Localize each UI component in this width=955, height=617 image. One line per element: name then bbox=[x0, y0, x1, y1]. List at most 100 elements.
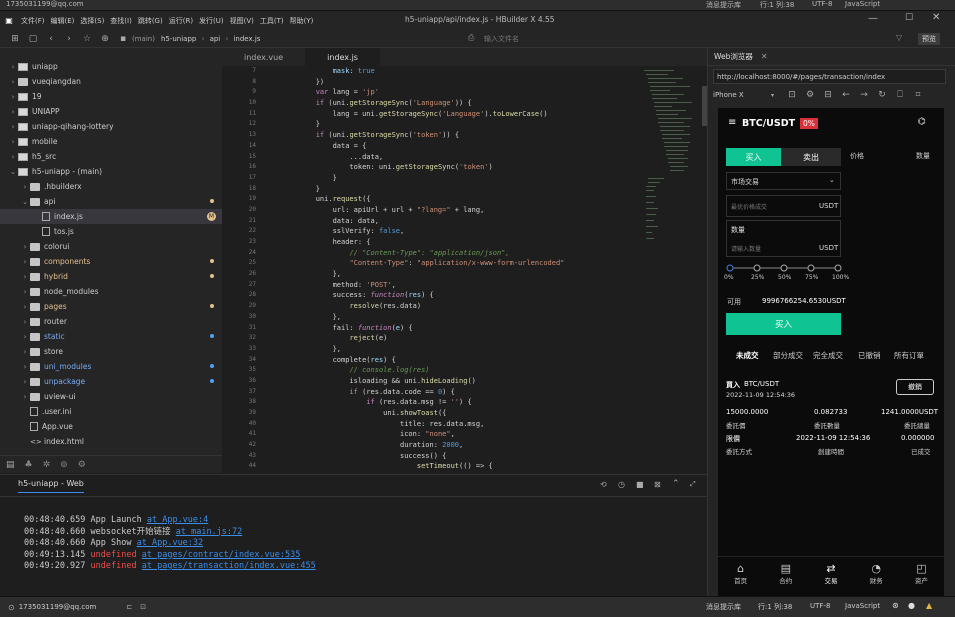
chevron-right-icon[interactable]: › bbox=[20, 258, 30, 266]
chevron-down-icon[interactable]: ⌄ bbox=[8, 168, 18, 176]
screenshot-icon[interactable]: ⊡ bbox=[783, 90, 801, 100]
code-lines[interactable]: mask: true }) var lang = 'jp' if (uni.ge… bbox=[282, 66, 642, 472]
tree-folder[interactable]: › node_modules bbox=[0, 284, 222, 299]
menu-icon[interactable]: ≡ bbox=[728, 117, 736, 128]
nav-assets[interactable]: ◰ 资产 bbox=[899, 557, 944, 596]
chevron-right-icon[interactable]: › bbox=[20, 363, 30, 371]
nav-trade[interactable]: ⇄ 交易 bbox=[808, 557, 853, 596]
status-language[interactable]: JavaScript bbox=[845, 602, 880, 610]
chevron-right-icon[interactable]: › bbox=[8, 63, 18, 71]
code-line[interactable]: }, bbox=[282, 269, 642, 280]
chevron-right-icon[interactable]: › bbox=[20, 243, 30, 251]
stop-icon[interactable]: ■ bbox=[636, 480, 644, 489]
chevron-right-icon[interactable]: › bbox=[20, 183, 30, 191]
tree-folder[interactable]: › 19 bbox=[0, 89, 222, 104]
tree-folder[interactable]: › colorui bbox=[0, 239, 222, 254]
menu-item[interactable]: 帮助(Y) bbox=[287, 16, 317, 26]
submit-buy-button[interactable]: 买入 bbox=[726, 313, 841, 335]
code-line[interactable]: data: data, bbox=[282, 216, 642, 227]
tree-folder[interactable]: › vueqiangdan bbox=[0, 74, 222, 89]
tree-file[interactable]: .user.ini bbox=[0, 404, 222, 419]
menu-item[interactable]: 工具(T) bbox=[257, 16, 287, 26]
percent-label[interactable]: 75% bbox=[805, 274, 818, 281]
percent-label[interactable]: 50% bbox=[778, 274, 791, 281]
menu-item[interactable]: 查找(I) bbox=[107, 16, 135, 26]
chevron-right-icon[interactable]: › bbox=[20, 348, 30, 356]
tab-index-vue[interactable]: index.vue bbox=[222, 48, 305, 66]
nav-home[interactable]: ⌂ 首页 bbox=[718, 557, 763, 596]
settings-icon[interactable]: ⚙ bbox=[801, 90, 819, 100]
maximize-icon[interactable]: ☐ bbox=[905, 13, 913, 23]
clear-icon[interactable]: ⊠ bbox=[654, 480, 661, 489]
nav-finance[interactable]: ◔ 财务 bbox=[854, 557, 899, 596]
code-line[interactable]: header: { bbox=[282, 237, 642, 248]
code-line[interactable]: // "Content-Type": "application/json", bbox=[282, 248, 642, 259]
minimize-icon[interactable]: — bbox=[868, 13, 878, 24]
code-line[interactable]: } bbox=[282, 184, 642, 195]
tree-folder[interactable]: › components bbox=[0, 254, 222, 269]
tree-folder[interactable]: › hybrid bbox=[0, 269, 222, 284]
tree-folder[interactable]: › .hbuilderx bbox=[0, 179, 222, 194]
minimap[interactable] bbox=[642, 66, 707, 474]
tree-folder[interactable]: › router bbox=[0, 314, 222, 329]
code-line[interactable]: if (uni.getStorageSync('Language')) { bbox=[282, 98, 642, 109]
browser-back-icon[interactable]: ← bbox=[837, 90, 855, 100]
breadcrumb-project[interactable]: h5-uniapp bbox=[161, 35, 196, 43]
code-line[interactable]: fail: function(e) { bbox=[282, 323, 642, 334]
browser-tab[interactable]: Web浏览器 bbox=[714, 51, 753, 62]
status-account[interactable]: 1735031199@qq.com bbox=[19, 603, 97, 611]
tree-file[interactable]: tos.js bbox=[0, 224, 222, 239]
notification-icon[interactable]: ▲ bbox=[926, 601, 932, 610]
status-hint[interactable]: 消息提示库 bbox=[706, 602, 741, 612]
code-line[interactable]: sslVerify: false, bbox=[282, 226, 642, 237]
code-line[interactable]: success: function(res) { bbox=[282, 290, 642, 301]
price-field[interactable]: 最优价格成交 USDT bbox=[726, 195, 841, 217]
tree-folder[interactable]: › uniapp-qihang-lottery bbox=[0, 119, 222, 134]
close-icon[interactable]: ✕ bbox=[932, 12, 940, 23]
log-source-link[interactable]: at pages/transaction/index.vue:455 bbox=[142, 561, 316, 571]
source-control-icon[interactable]: ⊚ bbox=[60, 460, 68, 470]
tree-folder[interactable]: › uniapp bbox=[0, 59, 222, 74]
code-line[interactable]: } bbox=[282, 173, 642, 184]
pair-title[interactable]: BTC/USDT bbox=[742, 118, 795, 129]
chevron-right-icon[interactable]: › bbox=[20, 288, 30, 296]
collapse-icon[interactable]: ⌃ bbox=[672, 479, 680, 489]
chevron-right-icon[interactable]: › bbox=[20, 378, 30, 386]
order-type-select[interactable]: 市场交易 ⌄ bbox=[726, 172, 841, 190]
chevron-right-icon[interactable]: › bbox=[8, 108, 18, 116]
code-line[interactable]: success() { bbox=[282, 451, 642, 462]
chevron-right-icon[interactable]: › bbox=[20, 393, 30, 401]
tree-folder[interactable]: › store bbox=[0, 344, 222, 359]
code-line[interactable]: } bbox=[282, 119, 642, 130]
sidebar-toggle-icon[interactable]: ⊏ bbox=[126, 603, 132, 611]
breadcrumb-file[interactable]: index.js bbox=[233, 35, 260, 43]
tree-folder[interactable]: › h5_src bbox=[0, 149, 222, 164]
chevron-right-icon[interactable]: › bbox=[8, 138, 18, 146]
code-editor[interactable]: 7 8 9 10 11 12 13 14 15 16 17 18 19 20 21 22 23 24 25 26 27 2… bbox=[222, 66, 707, 474]
code-line[interactable]: method: 'POST', bbox=[282, 280, 642, 291]
code-line[interactable]: }, bbox=[282, 312, 642, 323]
sell-tab[interactable]: 卖出 bbox=[781, 148, 841, 166]
code-line[interactable]: setTimeout(() => { bbox=[282, 461, 642, 472]
tree-folder[interactable]: › pages bbox=[0, 299, 222, 314]
preview-button[interactable]: 预览 bbox=[918, 33, 940, 45]
log-source-link[interactable]: at main.js:72 bbox=[176, 527, 243, 537]
code-line[interactable]: reject(e) bbox=[282, 333, 642, 344]
tab-index-js[interactable]: index.js bbox=[305, 48, 380, 66]
code-line[interactable]: var lang = 'jp' bbox=[282, 87, 642, 98]
star-icon[interactable]: ☆ bbox=[78, 34, 96, 44]
tree-folder[interactable]: › uni_modules bbox=[0, 359, 222, 374]
chevron-right-icon[interactable]: › bbox=[8, 123, 18, 131]
code-line[interactable]: ...data, bbox=[282, 152, 642, 163]
menu-item[interactable]: 跳转(G) bbox=[135, 16, 166, 26]
log-source-link[interactable]: at App.vue:4 bbox=[147, 515, 208, 525]
save-icon[interactable]: ▢ bbox=[24, 34, 42, 44]
tree-folder[interactable]: › UNIAPP bbox=[0, 104, 222, 119]
extensions-icon[interactable]: ⚙ bbox=[78, 460, 86, 470]
reload-icon[interactable]: ↻ bbox=[873, 90, 891, 100]
file-search-input[interactable]: 输入文件名 bbox=[484, 34, 519, 44]
tree-folder[interactable]: › unpackage bbox=[0, 374, 222, 389]
plugin-icon[interactable]: ♣ bbox=[25, 460, 33, 470]
browser-tab-close-icon[interactable]: ✕ bbox=[761, 52, 768, 61]
code-line[interactable]: }) bbox=[282, 77, 642, 88]
